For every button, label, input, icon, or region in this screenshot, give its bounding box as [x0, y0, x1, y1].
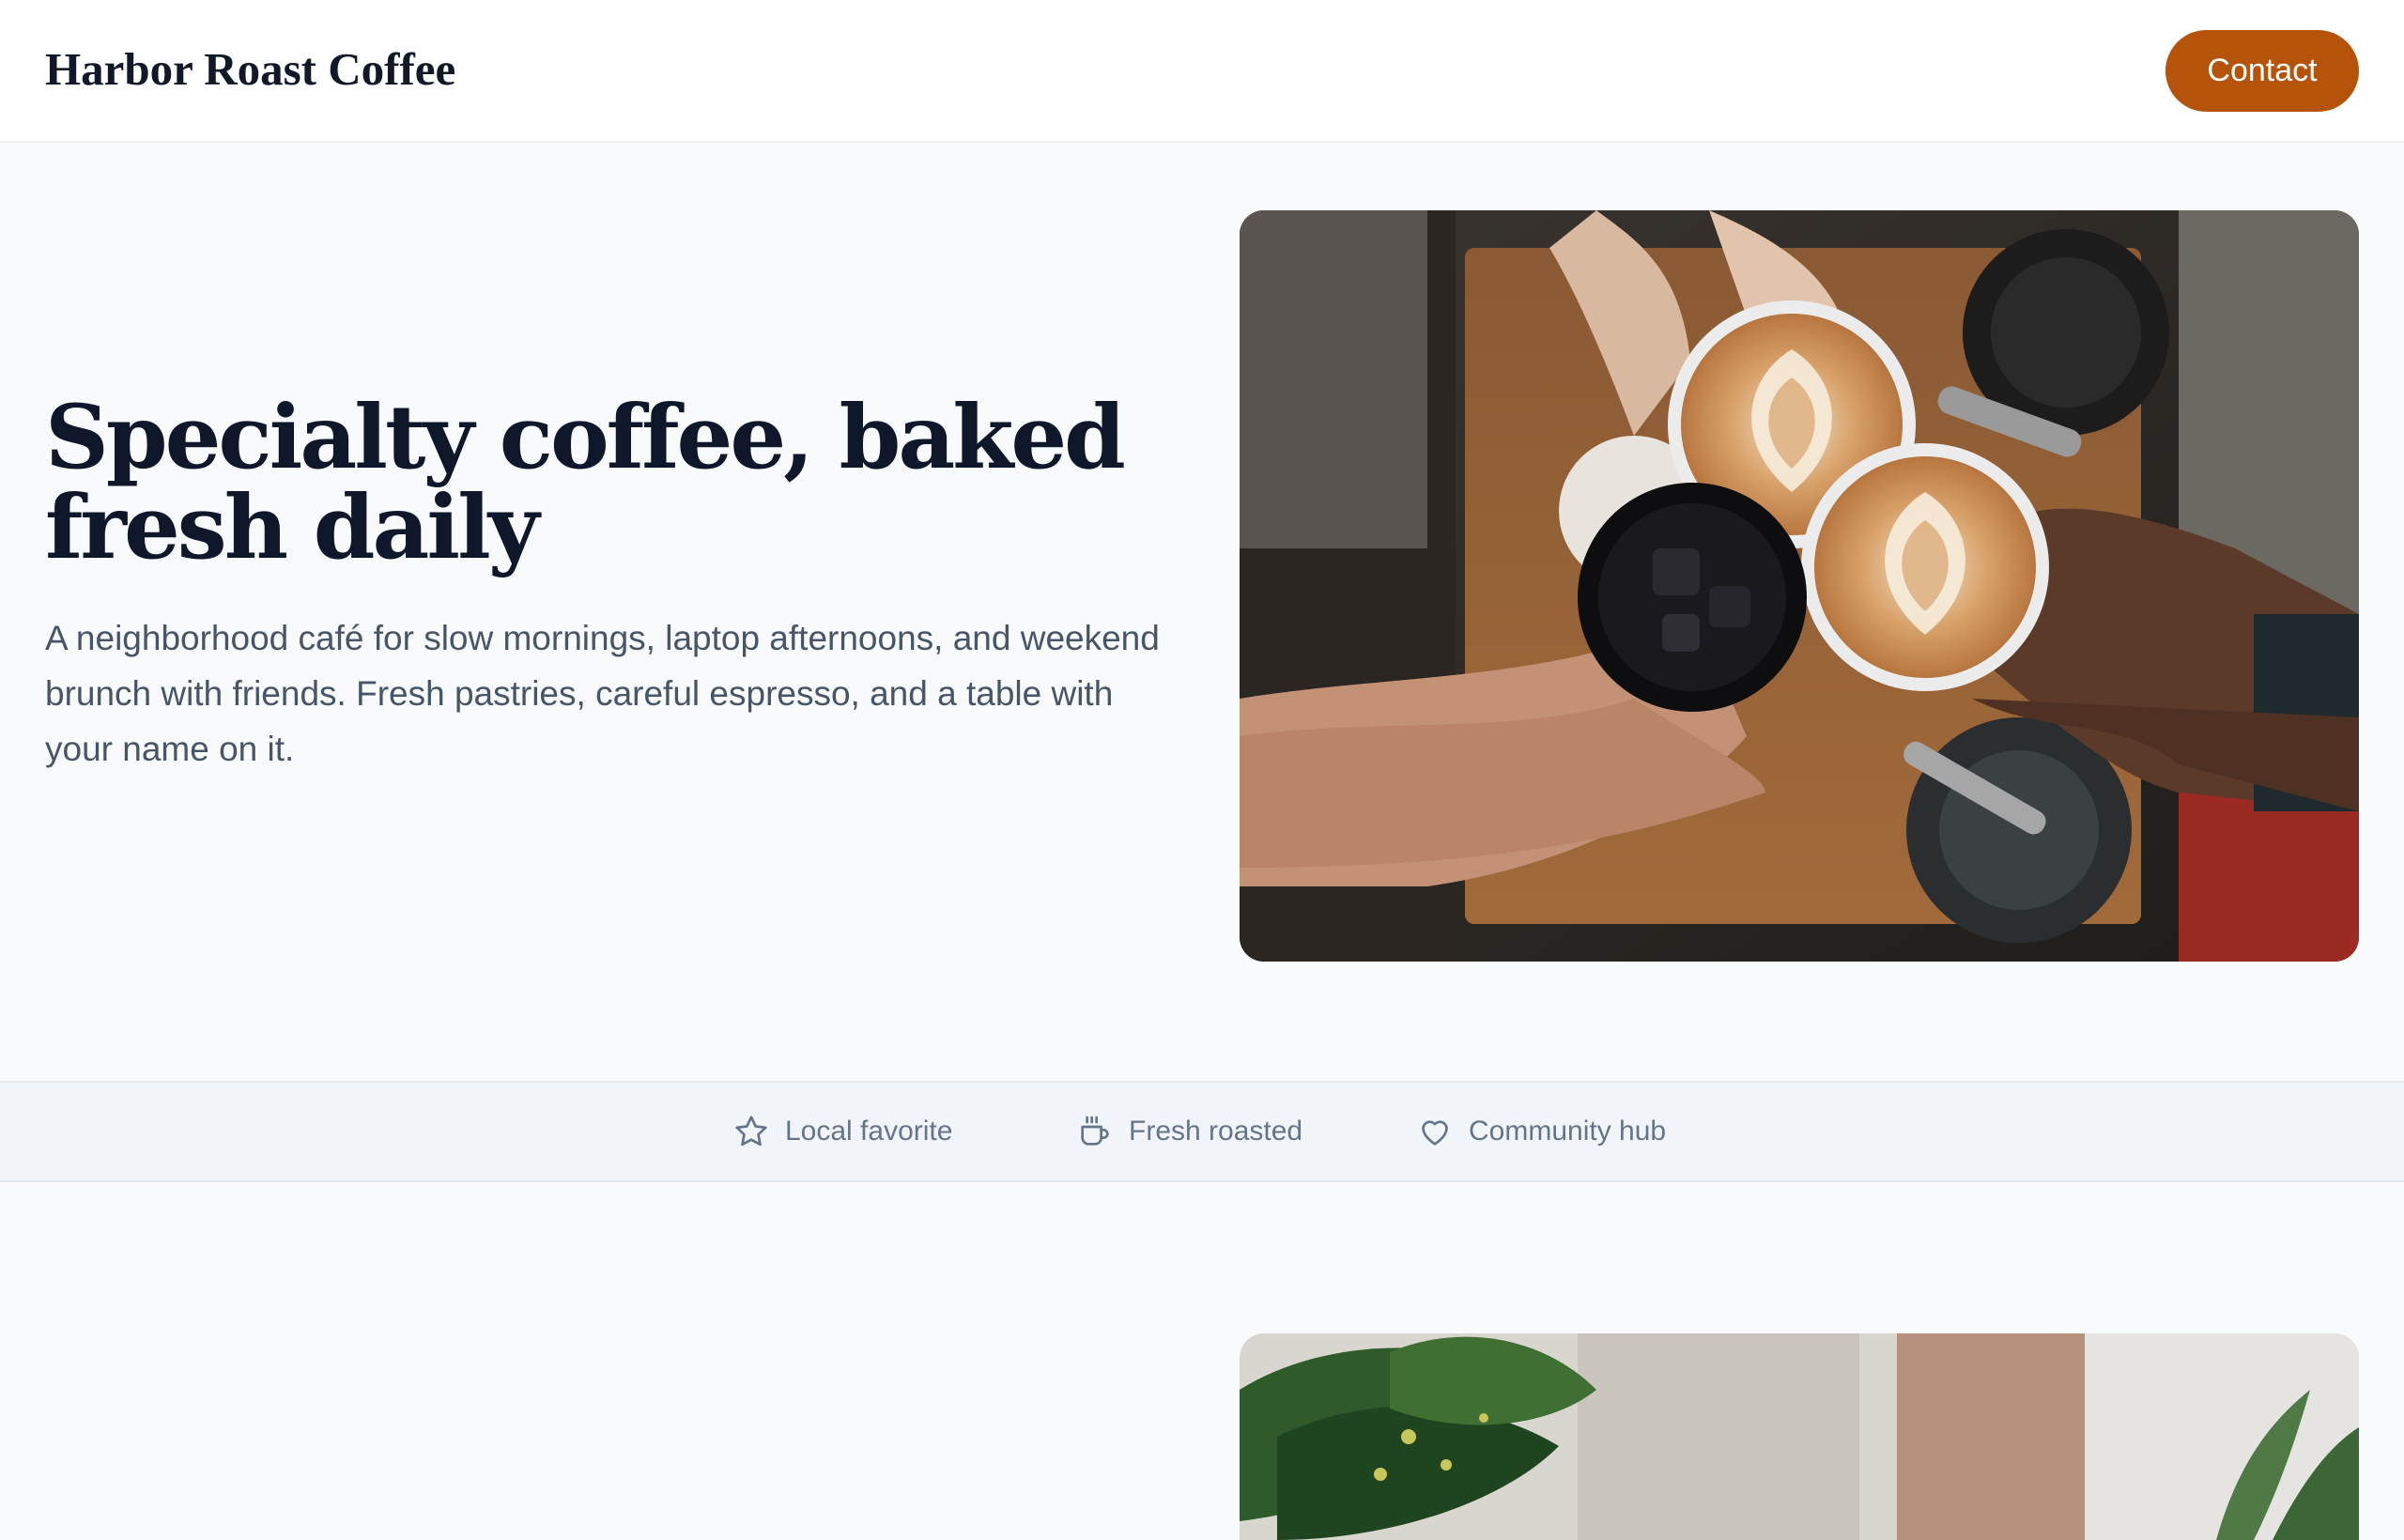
- coffee-cup-icon: [1081, 1116, 1109, 1146]
- hero-image-coffee-cheers: [1240, 210, 2359, 962]
- badge-label: Community hub: [1469, 1116, 1667, 1147]
- badge-label: Local favorite: [785, 1116, 953, 1147]
- cafe-plants-image: [1240, 1333, 2359, 1540]
- contact-button[interactable]: Contact: [2165, 30, 2359, 112]
- hero-description: A neighborhood café for slow mornings, l…: [45, 619, 1160, 768]
- badge-local-favorite: Local favorite: [732, 1083, 952, 1180]
- badge-label: Fresh roasted: [1129, 1116, 1303, 1147]
- feature-badges-strip: Local favorite Fresh roasted Community h…: [0, 1081, 2404, 1182]
- heart-icon: [1422, 1120, 1448, 1146]
- star-icon: [735, 1116, 767, 1147]
- hero-title: Specialty coffee, baked fresh daily: [45, 386, 1126, 579]
- brand-logo[interactable]: Harbor Roast Coffee: [45, 41, 455, 98]
- site-header: Harbor Roast Coffee Contact: [0, 0, 2404, 143]
- badge-community-hub: Community hub: [1416, 1083, 1666, 1180]
- badge-fresh-roasted: Fresh roasted: [1076, 1083, 1302, 1180]
